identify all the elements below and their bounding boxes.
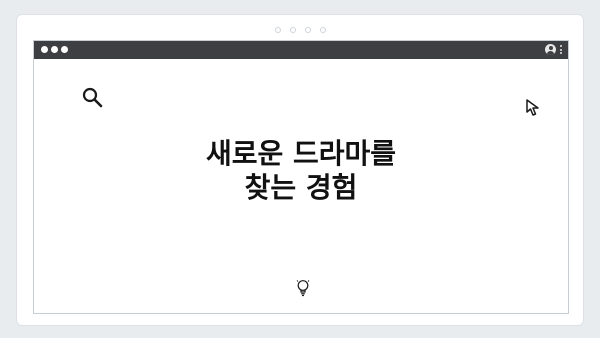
browser-titlebar (34, 41, 568, 59)
headline-line-2: 찾는 경험 (244, 171, 358, 204)
browser-content: 새로운 드라마를 찾는 경험 (34, 59, 568, 313)
search-icon (82, 87, 103, 108)
window-controls (41, 46, 68, 53)
pagination-dot (319, 27, 326, 33)
window-dot[interactable] (51, 46, 58, 53)
pagination-dot (304, 27, 311, 33)
kebab-menu-icon[interactable] (560, 45, 562, 54)
window-dot[interactable] (41, 46, 48, 53)
browser-window: 새로운 드라마를 찾는 경험 (33, 40, 569, 314)
lightbulb-icon (296, 280, 310, 297)
cursor-icon (526, 99, 539, 116)
titlebar-actions (545, 44, 562, 55)
pagination-dot (289, 27, 296, 33)
profile-icon[interactable] (545, 44, 556, 55)
pagination-dots (17, 27, 583, 33)
window-dot[interactable] (61, 46, 68, 53)
headline-line-1: 새로운 드라마를 (205, 137, 397, 170)
pagination-dot (274, 27, 281, 33)
